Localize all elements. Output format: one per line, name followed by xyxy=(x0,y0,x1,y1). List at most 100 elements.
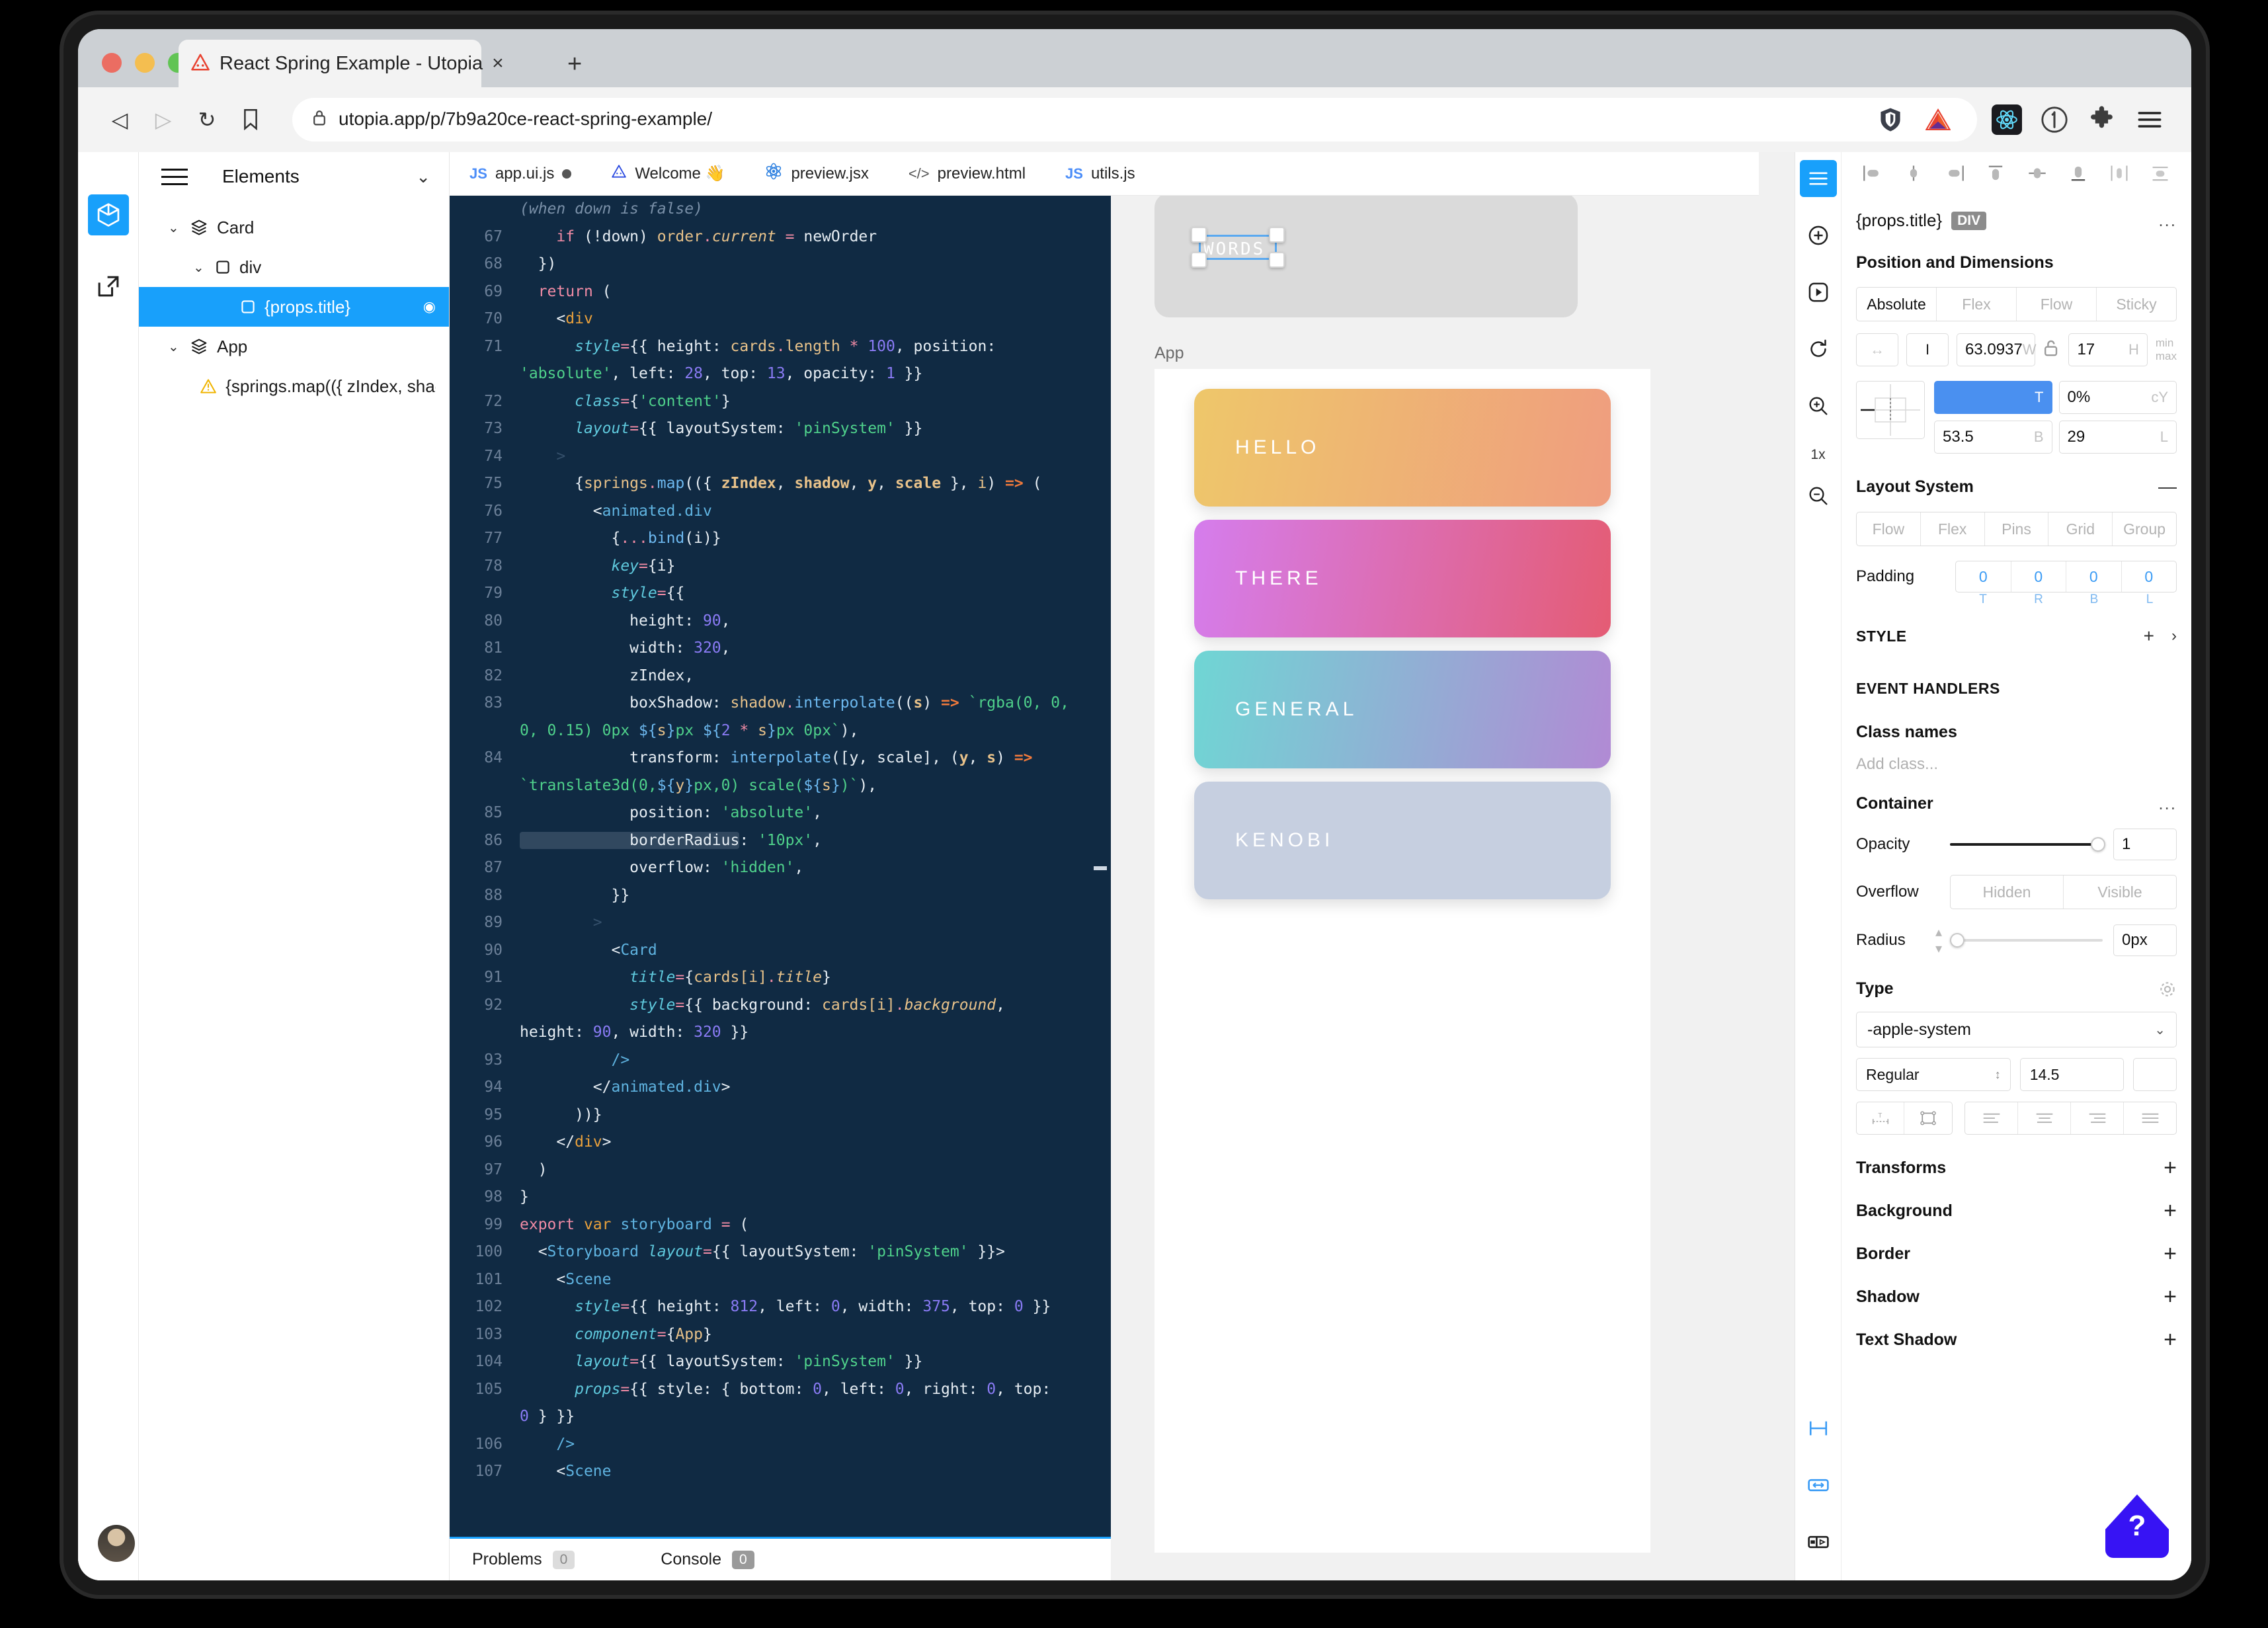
layout-system-collapse-icon[interactable]: — xyxy=(2158,476,2177,497)
pin-top-input[interactable]: T xyxy=(1934,381,2052,414)
visibility-icon[interactable]: ◉ xyxy=(423,298,436,315)
file-tab-utils.js[interactable]: JS utils.js xyxy=(1045,152,1155,195)
style-expand-icon[interactable]: › xyxy=(2171,627,2177,645)
brave-shields-icon[interactable] xyxy=(1875,104,1906,135)
padding-input-l[interactable]: 0 xyxy=(2122,561,2177,592)
layoutmodes-option-flow[interactable]: Flow xyxy=(1857,512,1921,546)
align-text-center-icon[interactable] xyxy=(2018,1102,2071,1134)
file-tab-welcome[interactable]: Welcome 👋 xyxy=(591,152,745,195)
section-transforms[interactable]: Transforms + xyxy=(1856,1157,2177,1179)
posmodes-option-flow[interactable]: Flow xyxy=(2017,288,2097,321)
align-right-icon[interactable] xyxy=(1938,159,1971,188)
add-class-input[interactable]: Add class... xyxy=(1856,755,2177,774)
distribute-horizontal-icon[interactable] xyxy=(2103,159,2136,188)
design-canvas[interactable]: Card WORDS App HELLOTHEREGENERALKENOBI xyxy=(1111,152,1795,1580)
chevron-down-icon[interactable]: ⌄ xyxy=(168,220,181,236)
align-bottom-icon[interactable] xyxy=(2062,159,2095,188)
pin-diagram[interactable] xyxy=(1856,381,1925,439)
align-text-left-icon[interactable] xyxy=(1965,1102,2018,1134)
radius-slider[interactable] xyxy=(1950,933,2103,948)
extensions-puzzle-icon[interactable] xyxy=(2087,104,2117,135)
radius-stepper-icon[interactable]: ▴ ▾ xyxy=(1935,924,1942,957)
file-tab-preview.jsx[interactable]: preview.jsx xyxy=(745,152,888,195)
new-tab-button[interactable]: + xyxy=(567,52,582,77)
gradient-card-general[interactable]: GENERAL xyxy=(1194,651,1611,768)
editor-scrollbar[interactable] xyxy=(1094,866,1107,870)
bat-rewards-icon[interactable] xyxy=(1923,104,1953,135)
bookmark-icon[interactable] xyxy=(231,101,270,139)
file-tab-preview.html[interactable]: </> preview.html xyxy=(889,152,1045,195)
layoutmodes-option-grid[interactable]: Grid xyxy=(2048,512,2113,546)
align-left-icon[interactable] xyxy=(1856,159,1889,188)
font-family-select[interactable]: -apple-system ⌄ xyxy=(1856,1012,2177,1047)
resize-handle-bl[interactable] xyxy=(1191,252,1207,268)
overflowseg-option-hidden[interactable]: Hidden xyxy=(1951,875,2064,909)
text-fixed-size-icon[interactable] xyxy=(1904,1102,1952,1134)
zoom-level[interactable]: 1x xyxy=(1800,444,1837,466)
close-window-button[interactable] xyxy=(102,53,122,73)
font-weight-select[interactable]: Regular ↕ xyxy=(1856,1058,2011,1091)
position-mode-segmented[interactable]: Absolute Flex Flow Sticky xyxy=(1856,287,2177,321)
gradient-card-there[interactable]: THERE xyxy=(1194,520,1611,637)
style-add-icon[interactable]: + xyxy=(2144,626,2154,647)
back-icon[interactable]: ◁ xyxy=(101,101,139,139)
font-size-input[interactable]: 14.5 xyxy=(2019,1058,2124,1091)
padding-input-b[interactable]: 0 xyxy=(2066,561,2122,592)
pin-left-input[interactable]: 29 L xyxy=(2058,421,2177,454)
dimension-lock-icon[interactable]: ↔ xyxy=(1856,333,1898,366)
minimize-window-button[interactable] xyxy=(135,53,155,73)
add-icon[interactable] xyxy=(1800,217,1837,254)
layoutmodes-option-pins[interactable]: Pins xyxy=(1985,512,2049,546)
resize-handle-br[interactable] xyxy=(1269,252,1285,268)
padding-input-r[interactable]: 0 xyxy=(2011,561,2066,592)
tree-item-propstitle[interactable]: {props.title} ◉ xyxy=(139,287,449,327)
width-input[interactable]: 63.0937 W xyxy=(1957,333,2037,366)
pin-bottom-input[interactable]: 53.5 B xyxy=(1934,421,2052,454)
tree-item-springsmapzindexsh[interactable]: {springs.map(({ zIndex, shadow, y, sc xyxy=(139,366,449,406)
align-text-right-icon[interactable] xyxy=(2071,1102,2124,1134)
zoom-in-icon[interactable] xyxy=(1800,387,1837,425)
section-background[interactable]: Background + xyxy=(1856,1200,2177,1222)
text-cursor-icon[interactable]: I xyxy=(1906,333,1949,366)
browser-menu-icon[interactable] xyxy=(2134,104,2165,135)
reset-icon[interactable] xyxy=(1800,331,1837,368)
open-external-icon[interactable] xyxy=(88,266,129,307)
radius-input[interactable]: 0px xyxy=(2113,924,2177,956)
height-input[interactable]: 17 H xyxy=(2068,333,2148,366)
tree-item-app[interactable]: ⌄ App xyxy=(139,327,449,366)
resize-handle-tl[interactable] xyxy=(1191,227,1207,243)
onepassword-icon[interactable] xyxy=(2039,104,2070,135)
problems-tab[interactable]: Problems 0 xyxy=(472,1550,575,1569)
overflowseg-option-visible[interactable]: Visible xyxy=(2064,875,2176,909)
pin-cy-input[interactable]: 0% cY xyxy=(2058,381,2177,414)
posmodes-option-absolute[interactable]: Absolute xyxy=(1857,288,1937,321)
code-scroll-area[interactable]: (when down is false) 67 if (!down) order.… xyxy=(450,196,1111,1537)
gradient-card-kenobi[interactable]: KENOBI xyxy=(1194,782,1611,899)
section-shadow[interactable]: Shadow + xyxy=(1856,1285,2177,1308)
reload-icon[interactable]: ↻ xyxy=(188,101,226,139)
font-color-swatch[interactable] xyxy=(2133,1058,2177,1091)
section-add-icon[interactable]: + xyxy=(2164,1285,2177,1308)
section-add-icon[interactable]: + xyxy=(2164,1328,2177,1351)
section-text-shadow[interactable]: Text Shadow + xyxy=(1856,1328,2177,1351)
resize-to-fit-icon[interactable] xyxy=(1800,1467,1837,1504)
chevron-down-icon[interactable]: ⌄ xyxy=(416,167,430,187)
zoom-out-icon[interactable] xyxy=(1800,477,1837,514)
section-add-icon[interactable]: + xyxy=(2164,1200,2177,1222)
overflow-segmented[interactable]: Hidden Visible xyxy=(1950,875,2177,909)
section-add-icon[interactable]: + xyxy=(2164,1242,2177,1265)
browser-tab[interactable]: React Spring Example - Utopia × xyxy=(179,40,504,87)
close-icon[interactable]: × xyxy=(492,54,504,73)
text-auto-height-icon[interactable]: T xyxy=(1857,1102,1904,1134)
aspect-unlock-icon[interactable] xyxy=(2043,339,2060,362)
gradient-card-hello[interactable]: HELLO xyxy=(1194,389,1611,507)
play-icon[interactable] xyxy=(1800,274,1837,311)
align-center-horizontal-icon[interactable] xyxy=(1897,159,1930,188)
inspector-icon[interactable] xyxy=(1799,160,1837,197)
opacity-input[interactable]: 1 xyxy=(2113,829,2177,860)
resize-handle-tr[interactable] xyxy=(1269,227,1285,243)
chevron-down-icon[interactable]: ⌄ xyxy=(168,339,181,355)
opacity-slider[interactable] xyxy=(1950,837,2105,852)
element-more-button[interactable]: ... xyxy=(2158,210,2177,231)
align-text-justify-icon[interactable] xyxy=(2124,1102,2176,1134)
